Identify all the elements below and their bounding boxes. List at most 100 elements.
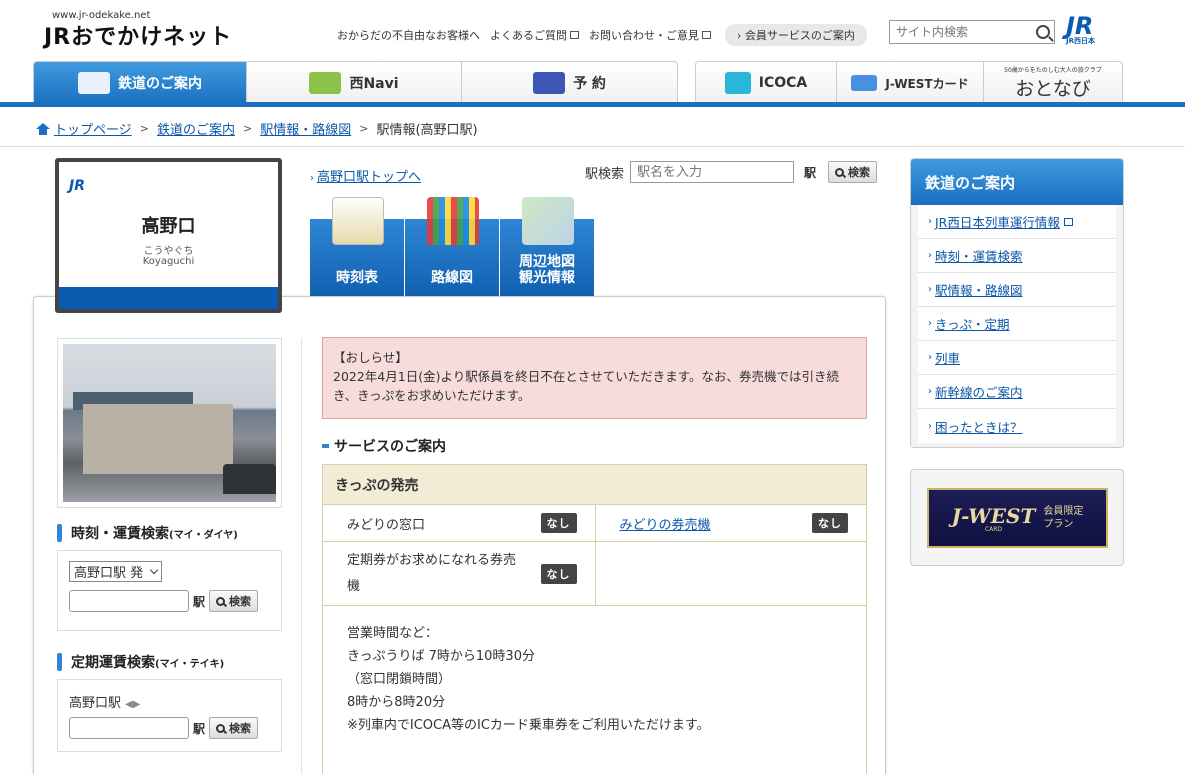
destination-input[interactable] [69, 590, 189, 612]
shinkansen-icon [78, 72, 110, 94]
station-top-link[interactable]: 高野口駅トップへ [317, 170, 421, 185]
nav-reservation[interactable]: 予 約 [462, 62, 677, 103]
service-cell: 定期券がお求めになれる券売機 なし [323, 542, 595, 605]
sidebar-item-trains[interactable]: › 列車 [918, 341, 1116, 375]
search-icon[interactable] [1036, 25, 1050, 39]
member-service-link[interactable]: › 会員サービスのご案内 [725, 24, 867, 46]
status-badge: なし [540, 563, 577, 584]
station-sign: JR 高野口 こうやぐち Koyaguchi [55, 158, 282, 313]
station-photo-frame [57, 338, 282, 508]
breadcrumb-station-info[interactable]: 駅情報・路線図 [260, 119, 351, 138]
table-row: 定期券がお求めになれる券売機 なし [323, 542, 866, 606]
breadcrumb: トップページ > 鉄道のご案内 > 駅情報・路線図 > 駅情報(高野口駅) [36, 119, 478, 138]
map-pin-icon [522, 197, 574, 245]
sidebar-item-station-info[interactable]: › 駅情報・路線図 [918, 273, 1116, 307]
search-icon [835, 167, 845, 177]
timetable-search-button[interactable]: 検索 [209, 590, 259, 612]
nav-jwest-card[interactable]: J-WESTカード [837, 62, 984, 103]
breadcrumb-current: 駅情報(高野口駅) [376, 123, 478, 138]
external-link-icon [570, 31, 579, 39]
station-romaji: Koyaguchi [142, 256, 195, 267]
commuter-destination-input[interactable] [69, 717, 189, 739]
sidebar-item-tickets[interactable]: › きっぷ・定期 [918, 307, 1116, 341]
sign-stripe [59, 287, 278, 309]
contact-link[interactable]: お問い合わせ・ご意見 [589, 27, 711, 43]
icoca-icon [724, 72, 751, 94]
commuter-search-box: 高野口駅 ◀▶ 駅 検索 [57, 679, 282, 752]
jr-logo: JR [69, 178, 85, 194]
seat-icon [533, 72, 566, 94]
midori-machine-link[interactable]: みどりの券売機 [620, 514, 711, 533]
notice-title: 【おしらせ】 [333, 350, 408, 365]
nav-otonabi[interactable]: 50歳からをたのしむ大人の旅クラブ おとなび [984, 62, 1122, 103]
divider [0, 146, 1185, 147]
table-row: みどりの窓口 なし みどりの券売機 なし [323, 505, 866, 542]
service-cell: みどりの券売機 なし [594, 505, 867, 541]
external-link-icon [702, 31, 711, 39]
search-icon [216, 723, 226, 733]
jr-west-logo[interactable]: JR JR西日本 [1066, 12, 1095, 46]
jwest-card-banner[interactable]: J-WEST CARD 会員限定 プラン [927, 488, 1108, 548]
timetable-search-heading: 時刻・運賃検索 (マイ・ダイヤ) [57, 523, 238, 543]
route-map-icon [427, 197, 479, 245]
notice-box: 【おしらせ】 2022年4月1日(金)より駅係員を終日不在とさせていただきます。… [322, 337, 867, 419]
station-search-button[interactable]: 検索 [828, 161, 878, 183]
site-logo[interactable]: JRおでかけネット [44, 19, 232, 51]
station-search-label: 駅検索 [585, 166, 625, 182]
chevron-down-icon [149, 565, 159, 574]
sidebar-item-shinkansen[interactable]: › 新幹線のご案内 [918, 375, 1116, 409]
external-link-icon [1063, 217, 1073, 226]
column-divider [301, 338, 302, 774]
jwest-banner-box: J-WEST CARD 会員限定 プラン [910, 469, 1124, 566]
home-icon [36, 122, 50, 135]
railway-guide-sidebar: 鉄道のご案内 › JR西日本列車運行情報 › 時刻・運賃検索 › 駅情報・路線図 › き… [910, 158, 1124, 448]
sidebar-item-help[interactable]: › 困ったときは？ [918, 409, 1116, 443]
services-heading: サービスのご案内 [322, 436, 446, 456]
eki-label: 駅 [193, 721, 206, 736]
tab-area-map[interactable]: 周辺地図 観光情報 [500, 197, 594, 296]
station-search: 駅検索 駅 検索 [585, 161, 878, 183]
sidebar-title: 鉄道のご案内 [911, 159, 1123, 205]
tab-route-map[interactable]: 路線図 [405, 197, 499, 296]
commuter-search-heading: 定期運賃検索 (マイ・テイキ) [57, 652, 224, 672]
service-cell: みどりの窓口 なし [323, 505, 595, 541]
nav-underline [0, 102, 1185, 107]
nav-railway[interactable]: 鉄道のご案内 [34, 62, 247, 103]
accessibility-link[interactable]: おからだの不自由なお客様へ [337, 27, 480, 43]
service-cell [594, 542, 867, 605]
faq-link[interactable]: よくあるご質問 [490, 27, 579, 43]
site-search [889, 20, 1055, 44]
site-search-input[interactable] [890, 22, 1030, 42]
arrow-icon: › [310, 173, 314, 184]
business-hours: 営業時間など： きっぷうりば 7時から10時30分 （窓口閉鎖時間） 8時から8… [347, 626, 710, 733]
timetable-icon [332, 197, 384, 245]
main-nav: 鉄道のご案内 西Navi 予 約 ICOCA J-WESTカード 50歳からをた… [33, 61, 1123, 103]
station-top-link-wrap: › 高野口駅トップへ [310, 166, 421, 185]
station-photo [63, 344, 276, 502]
nav-nishinavi[interactable]: 西Navi [247, 62, 462, 103]
station-kana: こうやぐち [143, 246, 194, 257]
breadcrumb-railway[interactable]: 鉄道のご案内 [157, 119, 235, 138]
ticket-sales-header: きっぷの発売 [323, 465, 866, 505]
services-table: きっぷの発売 みどりの窓口 なし みどりの券売機 なし 定期券がお求めになれる券売機… [322, 464, 867, 774]
station-name-input[interactable] [630, 161, 795, 183]
timetable-search-box: 高野口駅 発 駅 検索 [57, 550, 282, 631]
nav-group-services: ICOCA J-WESTカード 50歳からをたのしむ大人の旅クラブ おとなび [695, 61, 1123, 103]
utility-links: おからだの不自由なお客様へ よくあるご質問 お問い合わせ・ご意見 › 会員サービ… [337, 24, 867, 46]
breadcrumb-top[interactable]: トップページ [54, 119, 132, 138]
camera-icon [309, 72, 342, 94]
commuter-search-button[interactable]: 検索 [209, 717, 259, 739]
nav-group-main: 鉄道のご案内 西Navi 予 約 [33, 61, 678, 103]
search-icon [216, 596, 226, 606]
sidebar-item-timetable[interactable]: › 時刻・運賃検索 [918, 239, 1116, 273]
departure-select[interactable]: 高野口駅 発 [69, 561, 163, 582]
nav-icoca[interactable]: ICOCA [696, 62, 837, 103]
tab-timetable[interactable]: 時刻表 [310, 197, 404, 296]
status-badge: なし [812, 513, 848, 533]
status-badge: なし [540, 513, 577, 533]
sidebar-item-operation-info[interactable]: › JR西日本列車運行情報 [918, 205, 1116, 239]
station-tabs: 時刻表 路線図 周辺地図 観光情報 [310, 197, 595, 296]
notice-body: 2022年4月1日(金)より駅係員を終日不在とさせていただきます。なお、券売機で… [333, 369, 839, 403]
swap-icon[interactable]: ◀▶ [125, 699, 140, 710]
station-name: 高野口 [141, 216, 196, 237]
